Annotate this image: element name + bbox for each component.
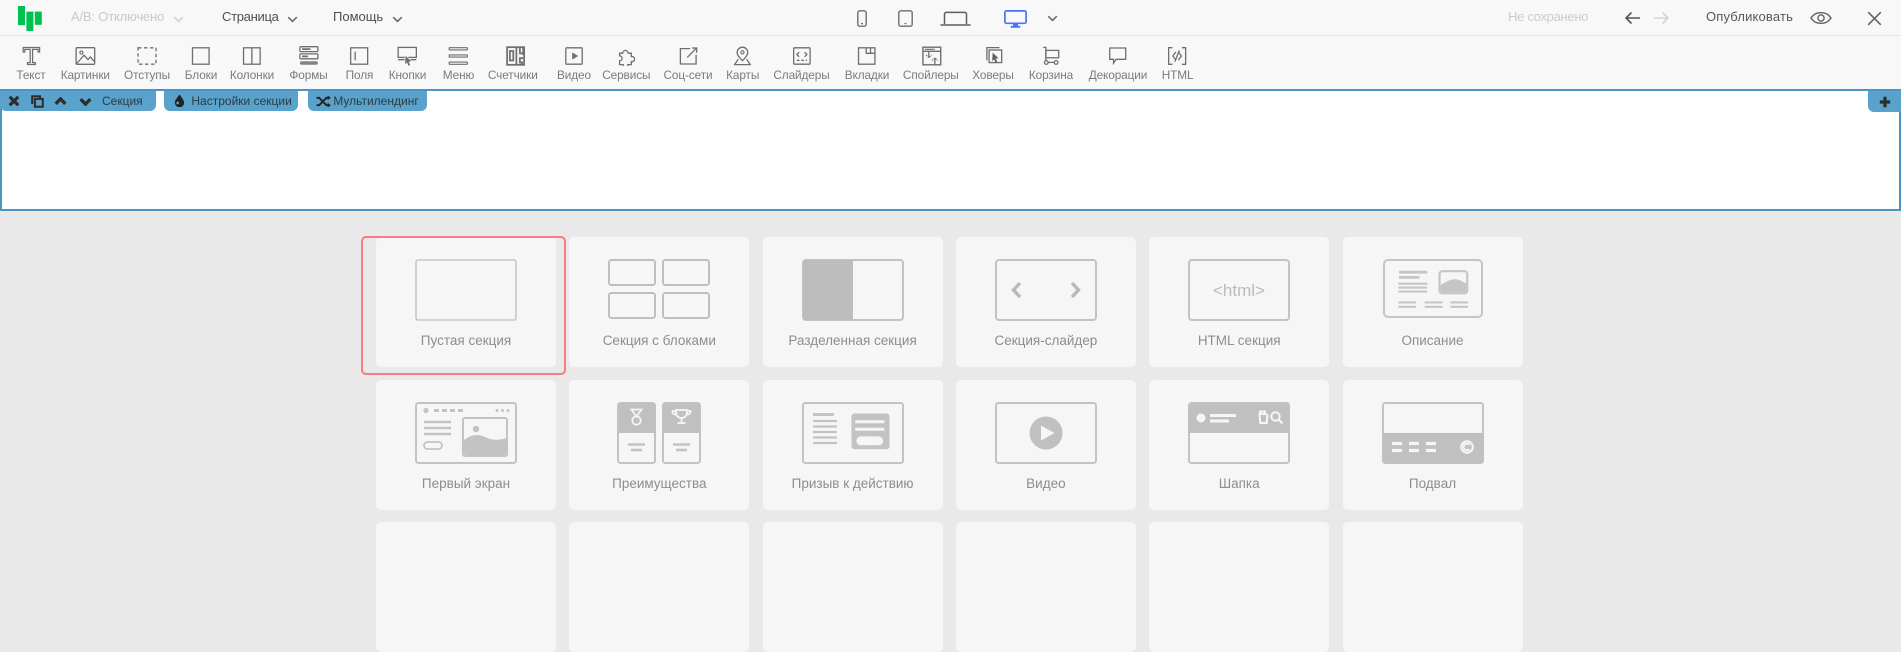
svg-text:<html>: <html>: [1213, 281, 1265, 300]
